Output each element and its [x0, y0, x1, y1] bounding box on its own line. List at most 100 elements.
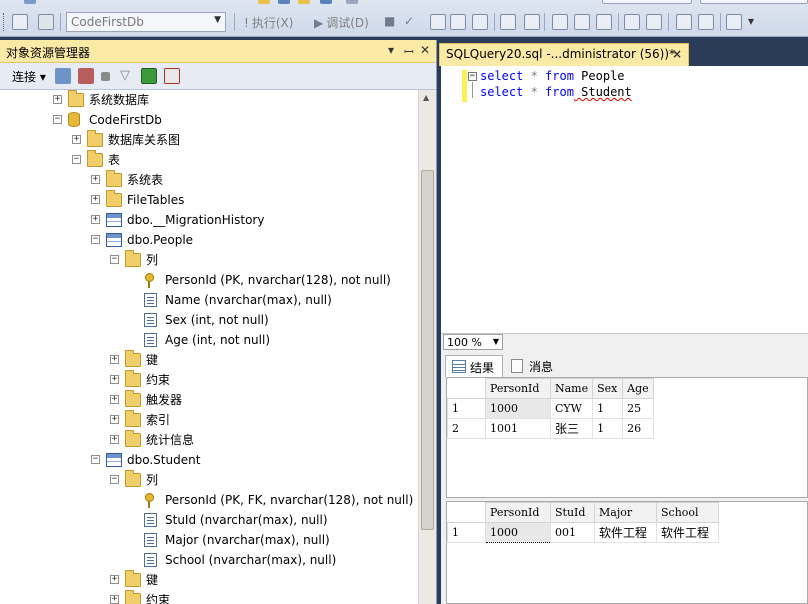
- tab-results[interactable]: 结果: [445, 355, 503, 377]
- tab-sqlquery20[interactable]: SQLQuery20.sql -...dministrator (56))* ×: [439, 43, 689, 66]
- tree-node[interactable]: − 表: [0, 150, 418, 170]
- column-header[interactable]: PersonId: [485, 378, 551, 399]
- pin-icon[interactable]: ꟷ: [404, 43, 414, 60]
- table-row[interactable]: 2 1001 张三 1 26: [447, 418, 654, 439]
- result-grid-people[interactable]: PersonId Name Sex Age 1 1000 CYW 1 25 2 1001 张三 1 26: [446, 377, 808, 498]
- grid-cell[interactable]: 1001: [485, 418, 551, 439]
- tree-node[interactable]: + 约束: [0, 370, 418, 390]
- tree-scrollbar[interactable]: ▲: [418, 90, 436, 604]
- expand-icon[interactable]: +: [110, 595, 119, 604]
- uncomment-icon[interactable]: [646, 14, 662, 30]
- column-header[interactable]: PersonId: [485, 502, 551, 523]
- result-grid-student[interactable]: PersonId StuId Major School 1 1000 001 软件工程 软件工程: [446, 501, 808, 604]
- results-to-text-icon[interactable]: [552, 14, 568, 30]
- tree-node[interactable]: − 列: [0, 470, 418, 490]
- tree-node[interactable]: + FileTables: [0, 190, 418, 210]
- table-row[interactable]: 1 1000 001 软件工程 软件工程: [447, 522, 719, 543]
- tree-node[interactable]: − CodeFirstDb: [0, 110, 418, 130]
- open-file-icon[interactable]: [258, 0, 270, 4]
- expand-icon[interactable]: +: [110, 375, 119, 384]
- tree-node[interactable]: − dbo.People: [0, 230, 418, 250]
- query-designer-icon[interactable]: [450, 14, 466, 30]
- column-header[interactable]: Major: [594, 502, 657, 523]
- increase-indent-icon[interactable]: [698, 14, 714, 30]
- tree-node[interactable]: + 触发器: [0, 390, 418, 410]
- save-all-icon[interactable]: [320, 0, 332, 4]
- tree-node[interactable]: Major (nvarchar(max), null): [0, 530, 418, 550]
- grid-cell[interactable]: 张三: [549, 418, 594, 439]
- grid-corner[interactable]: [447, 502, 486, 523]
- include-plan-icon[interactable]: [524, 14, 540, 30]
- stop-icon[interactable]: [101, 72, 110, 81]
- expand-icon[interactable]: +: [91, 175, 100, 184]
- expand-icon[interactable]: +: [91, 195, 100, 204]
- cut-icon[interactable]: [346, 0, 358, 4]
- sql-editor[interactable]: − select * from People select * from Stu…: [441, 66, 808, 333]
- tree-node[interactable]: PersonId (PK, nvarchar(128), not null): [0, 270, 418, 290]
- grid-cell[interactable]: 软件工程: [594, 522, 657, 543]
- table-row[interactable]: 1 1000 CYW 1 25: [447, 398, 654, 419]
- query-options-icon[interactable]: [472, 14, 488, 30]
- grid-cell[interactable]: 1000: [485, 398, 551, 419]
- collapse-icon[interactable]: −: [91, 235, 100, 244]
- parse-button[interactable]: ✓: [404, 14, 417, 28]
- intellisense-icon[interactable]: [500, 14, 516, 30]
- grid-corner[interactable]: [447, 378, 486, 399]
- tree-node[interactable]: School (nvarchar(max), null): [0, 550, 418, 570]
- toolbar-grip[interactable]: [3, 13, 6, 31]
- tree-node[interactable]: + 统计信息: [0, 430, 418, 450]
- tab-messages[interactable]: 消息: [505, 355, 561, 377]
- display-plan-icon[interactable]: [430, 14, 446, 30]
- folder-icon[interactable]: [298, 0, 310, 4]
- tree-node[interactable]: + 系统数据库: [0, 90, 418, 110]
- tree-node[interactable]: Age (int, not null): [0, 330, 418, 350]
- debug-button[interactable]: ▶ 调试(D): [314, 14, 369, 31]
- tree-node[interactable]: + 键: [0, 350, 418, 370]
- connect-object-explorer-icon[interactable]: [55, 68, 71, 84]
- window-position-icon[interactable]: ▾: [388, 43, 394, 57]
- scrollbar-thumb[interactable]: [421, 170, 434, 530]
- row-number[interactable]: 2: [447, 418, 486, 439]
- stop-button[interactable]: ■: [384, 14, 398, 28]
- collapse-icon[interactable]: −: [110, 475, 119, 484]
- grid-cell[interactable]: 软件工程: [656, 522, 719, 543]
- column-header[interactable]: School: [656, 502, 719, 523]
- change-connection-icon[interactable]: [38, 14, 54, 30]
- connect-dropdown[interactable]: 连接 ▾: [12, 68, 46, 85]
- refresh-icon[interactable]: [141, 68, 157, 84]
- save-icon[interactable]: [278, 0, 290, 4]
- database-selector[interactable]: CodeFirstDb ▼: [66, 12, 226, 32]
- decrease-indent-icon[interactable]: [676, 14, 692, 30]
- expand-icon[interactable]: +: [110, 575, 119, 584]
- tree-node[interactable]: − 列: [0, 250, 418, 270]
- grid-cell[interactable]: 26: [622, 418, 654, 439]
- comment-icon[interactable]: [624, 14, 640, 30]
- tree-node[interactable]: − dbo.Student: [0, 450, 418, 470]
- close-tab-icon[interactable]: ×: [672, 47, 682, 61]
- collapse-icon[interactable]: −: [53, 115, 62, 124]
- activity-monitor-icon[interactable]: [164, 68, 180, 84]
- connect-icon[interactable]: [12, 14, 28, 30]
- expand-icon[interactable]: +: [110, 395, 119, 404]
- tree-node[interactable]: + 键: [0, 570, 418, 590]
- row-number[interactable]: 1: [447, 398, 486, 419]
- tree-node[interactable]: Name (nvarchar(max), null): [0, 290, 418, 310]
- tree-node[interactable]: Sex (int, not null): [0, 310, 418, 330]
- close-icon[interactable]: ✕: [420, 43, 430, 57]
- new-query-icon[interactable]: [24, 0, 36, 4]
- collapse-icon[interactable]: −: [72, 155, 81, 164]
- results-to-file-icon[interactable]: [596, 14, 612, 30]
- column-header[interactable]: StuId: [550, 502, 595, 523]
- expand-icon[interactable]: +: [110, 415, 119, 424]
- expand-icon[interactable]: +: [110, 355, 119, 364]
- tree-node[interactable]: + 约束: [0, 590, 418, 604]
- tree-node[interactable]: StuId (nvarchar(max), null): [0, 510, 418, 530]
- grid-cell[interactable]: 1000: [485, 522, 551, 543]
- column-header[interactable]: Age: [622, 378, 654, 399]
- collapse-icon[interactable]: −: [468, 72, 477, 81]
- collapse-icon[interactable]: −: [110, 255, 119, 264]
- scroll-up-icon[interactable]: ▲: [423, 93, 429, 102]
- grid-cell[interactable]: 1: [592, 418, 624, 439]
- specify-values-icon[interactable]: [726, 14, 742, 30]
- grid-cell[interactable]: 001: [550, 522, 595, 543]
